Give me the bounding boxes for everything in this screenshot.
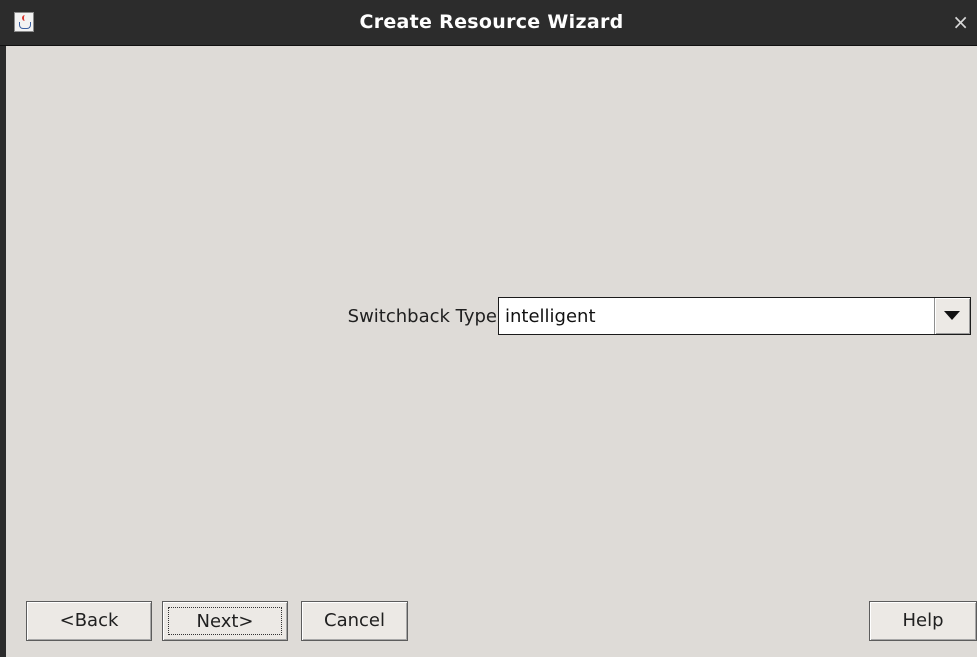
cancel-button[interactable]: Cancel bbox=[301, 601, 408, 641]
close-icon[interactable]: × bbox=[952, 0, 969, 45]
back-button[interactable]: <Back bbox=[26, 601, 152, 641]
switchback-type-select[interactable]: intelligent bbox=[498, 297, 971, 335]
dropdown-button[interactable] bbox=[934, 298, 970, 334]
switchback-type-row: Switchback Type intelligent bbox=[6, 297, 977, 335]
help-button[interactable]: Help bbox=[869, 601, 977, 641]
title-bar: Create Resource Wizard × bbox=[0, 0, 977, 46]
window-title: Create Resource Wizard bbox=[359, 11, 624, 33]
switchback-type-label: Switchback Type bbox=[347, 306, 497, 327]
next-button-label: Next> bbox=[168, 607, 282, 635]
wizard-window: Create Resource Wizard × Switchback Type… bbox=[0, 0, 977, 657]
switchback-type-value: intelligent bbox=[505, 306, 596, 327]
next-button[interactable]: Next> bbox=[162, 601, 288, 641]
chevron-down-icon bbox=[944, 311, 960, 320]
